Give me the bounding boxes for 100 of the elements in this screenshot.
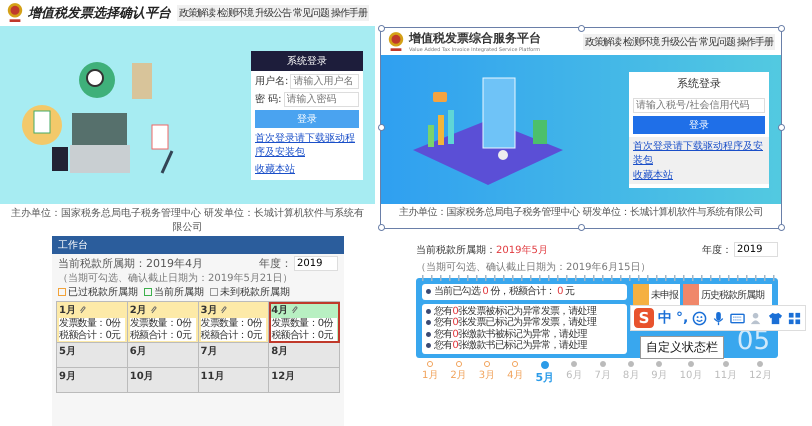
month-cell[interactable]: 6月 xyxy=(128,343,198,368)
month-cell[interactable]: 12月 xyxy=(269,368,340,393)
year-field[interactable]: 2019 xyxy=(734,242,778,257)
username-field[interactable]: 请输入用户名 xyxy=(290,74,359,88)
paperclip-icon xyxy=(150,306,158,314)
tax-id-field[interactable]: 请输入税号/社会信用代码 xyxy=(633,98,765,112)
bullet-icon xyxy=(426,343,431,348)
month-label: 7月 xyxy=(200,345,218,358)
month-cell[interactable]: 9月 xyxy=(57,368,128,393)
login-panel-title: 系统登录 xyxy=(676,76,722,92)
notice-text: 您有0张缴款书已标记为异常，请处理 xyxy=(434,340,587,352)
month-label: 10月 xyxy=(130,370,154,383)
nav-link[interactable]: 升级公告 xyxy=(661,34,697,48)
year-label: 年度： xyxy=(702,244,732,256)
notice-text: 您有0张发票已标记为异常发票，请处理 xyxy=(434,317,596,328)
resize-handle[interactable] xyxy=(778,25,785,32)
ime-tool-button[interactable] xyxy=(787,310,802,326)
ime-mode-button[interactable]: °, xyxy=(676,310,688,326)
year-field[interactable]: 2019 xyxy=(294,256,338,271)
shortcut-tile[interactable]: 历史税款所属期 xyxy=(683,284,772,306)
tax-period-title: 当前税款所属期：2019年5月 xyxy=(416,244,548,256)
shirt-icon xyxy=(768,310,784,326)
footer-text: 主办单位：国家税务总局电子税务管理中心 研发单位：长城计算机软件与系统有限公司 xyxy=(10,206,366,235)
bullet-icon xyxy=(426,308,431,314)
month-label: 4月 xyxy=(271,304,288,317)
resize-handle[interactable] xyxy=(578,224,585,231)
keyboard-icon xyxy=(730,310,746,326)
nav-link[interactable]: 升级公告 xyxy=(255,6,291,20)
month-label: 8月 xyxy=(271,345,288,358)
resize-handle[interactable] xyxy=(578,25,585,32)
ime-logo-button[interactable]: S xyxy=(634,308,654,328)
help-link[interactable]: 收藏本站 xyxy=(629,168,769,182)
help-link[interactable]: 首次登录请下载驱动程序及安装包 xyxy=(629,138,769,166)
nav-link[interactable]: 检测环境 xyxy=(217,6,253,20)
username-label: 用户名: xyxy=(255,74,288,88)
month-cell[interactable]: 8月 xyxy=(269,343,340,368)
site-title: 增值税发票选择确认平台 xyxy=(28,5,171,22)
resize-handle[interactable] xyxy=(378,25,385,32)
invoice-summary: 发票数量：0份 xyxy=(200,318,263,330)
month-label: 5月 xyxy=(59,345,76,358)
invoice-summary: 发票数量：0份 xyxy=(59,318,122,330)
panel-header: 工作台 xyxy=(52,236,344,254)
month-cell[interactable]: 3月 发票数量：0份 税额合计：0元 xyxy=(198,302,270,343)
legend-swatch xyxy=(144,288,152,296)
deadline-note: （当期可勾选、确认截止日期为：2019年6月15日） xyxy=(416,260,652,274)
month-cell[interactable]: 11月 xyxy=(198,368,270,393)
resize-handle[interactable] xyxy=(778,124,785,131)
ime-mode-button[interactable]: 中 xyxy=(658,309,672,327)
shortcut-tile[interactable]: 未申报 xyxy=(633,284,680,306)
notice-text: 您有0张缴款书被标记为异常，请处理 xyxy=(434,328,587,340)
tooltip: 自定义状态栏 xyxy=(640,336,724,359)
nav-link[interactable]: 常见问题 xyxy=(699,34,735,48)
legend-label: 未到税款所属期 xyxy=(220,286,290,299)
tax-period-title: 当前税款所属期：2019年4月 xyxy=(58,256,203,271)
help-link[interactable]: 首次登录请下载驱动程序及安装包 xyxy=(251,130,363,158)
nav-link[interactable]: 常见问题 xyxy=(293,6,329,20)
resize-handle[interactable] xyxy=(778,224,785,231)
legend-label: 当前所属期 xyxy=(154,286,204,299)
grid-icon xyxy=(787,310,802,326)
month-cell[interactable]: 10月 xyxy=(128,368,198,393)
invoice-summary: 发票数量：0份 xyxy=(271,318,334,330)
month-label: 9月 xyxy=(59,370,76,383)
invoice-summary: 税额合计：0元 xyxy=(130,330,192,341)
nav-link[interactable]: 政策解读 xyxy=(585,34,621,48)
month-label: 2月 xyxy=(130,304,147,317)
password-field[interactable]: 请输入密码 xyxy=(284,92,359,106)
nav-link[interactable]: 操作手册 xyxy=(737,34,773,48)
invoice-summary: 发票数量：0份 xyxy=(130,318,192,330)
ime-tool-button[interactable] xyxy=(730,310,746,326)
ime-tool-button[interactable] xyxy=(692,310,708,326)
notice-text: 您有0张发票被标记为异常发票，请处理 xyxy=(434,306,596,316)
month-label: 3月 xyxy=(200,304,218,317)
emblem-icon xyxy=(6,2,24,24)
help-link[interactable]: 收藏本站 xyxy=(251,162,363,176)
month-cell[interactable]: 7月 xyxy=(198,343,270,368)
month-cell[interactable]: 5月 xyxy=(57,343,128,368)
resize-handle[interactable] xyxy=(378,124,385,131)
paperclip-icon xyxy=(78,306,87,314)
legend-swatch xyxy=(210,288,218,296)
resize-handle[interactable] xyxy=(378,224,385,231)
invoice-summary: 税额合计：0元 xyxy=(59,330,122,341)
nav-link[interactable]: 检测环境 xyxy=(623,34,659,48)
smiley-icon xyxy=(692,310,708,326)
invoice-summary: 税额合计：0元 xyxy=(200,330,263,341)
nav-link[interactable]: 政策解读 xyxy=(179,6,215,20)
invoice-summary: 税额合计：0元 xyxy=(271,330,334,341)
paperclip-icon xyxy=(220,306,228,314)
month-cell[interactable]: 1月 发票数量：0份 税额合计：0元 xyxy=(57,302,128,343)
month-label: 11月 xyxy=(200,370,224,383)
year-label: 年度： xyxy=(259,256,292,271)
footer-text: 主办单位：国家税务总局电子税务管理中心 研发单位：长城计算机软件与系统有限公司 xyxy=(398,206,764,220)
password-label: 密 码: xyxy=(255,92,282,106)
emblem-icon xyxy=(387,30,405,52)
nav-link[interactable]: 操作手册 xyxy=(331,6,367,20)
month-cell[interactable]: 2月 发票数量：0份 税额合计：0元 xyxy=(128,302,198,343)
month-label: 12月 xyxy=(271,370,296,383)
ime-tool-button[interactable] xyxy=(768,310,784,326)
month-cell[interactable]: 4月 发票数量：0份 税额合计：0元 xyxy=(269,302,340,343)
month-label: 1月 xyxy=(59,304,76,317)
login-button[interactable]: 登录 xyxy=(633,116,765,134)
